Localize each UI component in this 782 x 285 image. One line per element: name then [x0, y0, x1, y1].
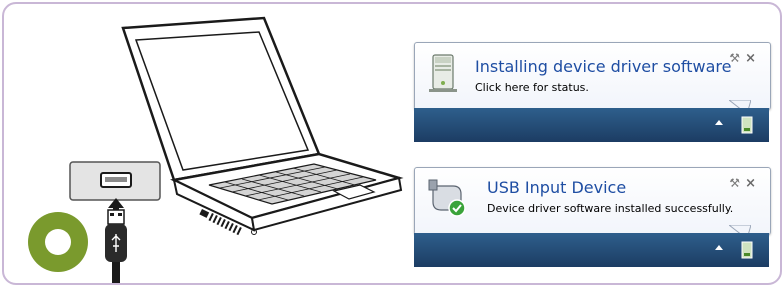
notification-title: Installing device driver software [475, 57, 732, 76]
show-hidden-icons-arrow-icon[interactable] [715, 120, 723, 125]
show-hidden-icons-arrow-icon[interactable] [715, 245, 723, 250]
notification-message: Click here for status. [475, 81, 589, 94]
usb-device-check-icon [428, 179, 466, 217]
notification-title: USB Input Device [487, 178, 627, 197]
taskbar [414, 233, 769, 267]
notification-installing[interactable]: Installing device driver software Click … [414, 42, 771, 110]
wrench-icon[interactable]: ⚒ [729, 51, 740, 65]
tray-device-icon[interactable] [741, 241, 753, 259]
notification-usb-device[interactable]: USB Input Device Device driver software … [414, 167, 771, 235]
usb-port-icon [69, 161, 161, 201]
close-icon[interactable]: × [745, 176, 756, 191]
tray-device-icon[interactable] [741, 116, 753, 134]
wrench-icon[interactable]: ⚒ [729, 176, 740, 190]
taskbar [414, 108, 769, 142]
laptop-icon [121, 16, 404, 236]
computer-icon [429, 54, 457, 92]
notification-message: Device driver software installed success… [487, 202, 734, 215]
usb-plug-icon [105, 209, 127, 283]
illustration-frame: Installing device driver software Click … [2, 2, 782, 285]
step-indicator-circle [28, 212, 88, 272]
close-icon[interactable]: × [745, 51, 756, 66]
